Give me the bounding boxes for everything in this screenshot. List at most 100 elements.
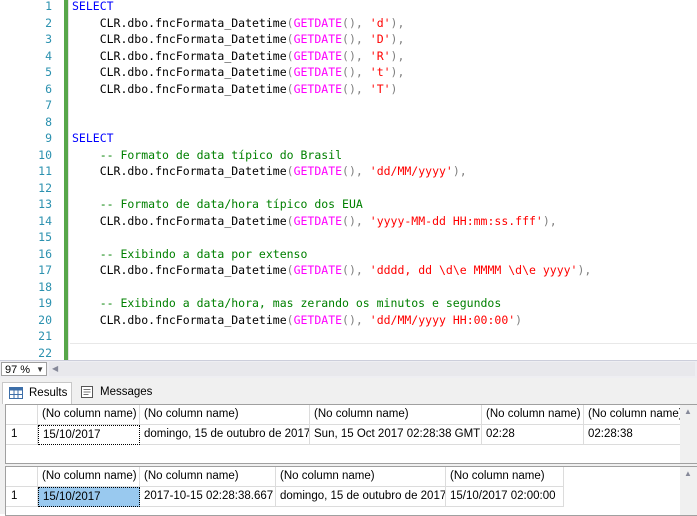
- code-line[interactable]: -- Exibindo a data/hora, mas zerando os …: [72, 295, 502, 312]
- code-token: GETDATE: [293, 81, 343, 96]
- chevron-down-icon[interactable]: ▼: [36, 363, 44, 377]
- line-number: 13: [38, 197, 52, 211]
- code-token: 'D': [369, 32, 391, 46]
- scroll-up-icon[interactable]: ▲: [684, 469, 692, 478]
- scroll-up-icon[interactable]: ▲: [684, 407, 692, 416]
- code-token: (),: [342, 81, 363, 96]
- code-token: (),: [342, 263, 363, 277]
- grid-cell[interactable]: 15/10/2017: [38, 487, 140, 507]
- grid-cell[interactable]: domingo, 15 de outubro de 2017: [140, 425, 310, 445]
- row-number[interactable]: 1: [6, 425, 38, 445]
- grid-cell[interactable]: domingo, 15 de outubro de 2017: [276, 487, 446, 507]
- grid-cell[interactable]: 15/10/2017: [38, 425, 140, 445]
- zoom-value: 97 %: [5, 364, 31, 376]
- line-number: 22: [38, 345, 52, 360]
- code-line[interactable]: CLR.dbo.fncFormata_Datetime(GETDATE(), '…: [72, 163, 467, 180]
- grid-cell[interactable]: 15/10/2017 02:00:00: [446, 487, 564, 507]
- grid-icon: [9, 387, 23, 399]
- grid-corner-header[interactable]: [6, 405, 38, 425]
- horizontal-scrollbar[interactable]: ◀: [49, 362, 695, 376]
- line-number: 11: [38, 164, 52, 178]
- vertical-scrollbar[interactable]: ▲: [680, 467, 697, 515]
- code-line[interactable]: CLR.dbo.fncFormata_Datetime(GETDATE(), '…: [72, 64, 405, 81]
- code-line[interactable]: -- Formato de data/hora típico dos EUA: [72, 196, 363, 213]
- code-token: ),: [577, 263, 592, 277]
- code-token: ),: [452, 164, 467, 178]
- code-token: 'dd/MM/yyyy': [369, 164, 453, 178]
- line-number: 6: [45, 81, 52, 96]
- code-line[interactable]: CLR.dbo.fncFormata_Datetime(GETDATE(), '…: [72, 312, 522, 329]
- code-token: (: [286, 164, 294, 178]
- code-line[interactable]: CLR.dbo.fncFormata_Datetime(GETDATE(), '…: [72, 48, 405, 65]
- line-number: 10: [38, 147, 52, 162]
- grid-cell[interactable]: 2017-10-15 02:28:38.667: [140, 487, 276, 507]
- grid-corner-header[interactable]: [6, 467, 38, 487]
- column-header[interactable]: (No column name): [310, 405, 482, 425]
- tab-results-label: Results: [29, 387, 68, 399]
- code-token: (),: [342, 65, 363, 79]
- code-line[interactable]: CLR.dbo.fncFormata_Datetime(GETDATE(), '…: [72, 213, 557, 230]
- grid-cell[interactable]: Sun, 15 Oct 2017 02:28:38 GMT: [310, 425, 482, 445]
- query-editor[interactable]: 1 2 3 4 5 6 7 8 9 10 11 12 13 14 15 16 17 18 19 20 21 22 SELE…: [0, 0, 697, 360]
- scroll-left-icon[interactable]: ◀: [52, 362, 58, 376]
- code-token: ),: [390, 15, 405, 30]
- line-number: 4: [45, 48, 52, 63]
- grid-cell[interactable]: 02:28:38: [584, 425, 686, 445]
- zoom-dropdown[interactable]: 97 % ▼: [1, 362, 47, 376]
- column-header[interactable]: (No column name): [140, 405, 310, 425]
- code-token: 'dddd, dd \d\e MMMM \d\e yyyy': [369, 263, 578, 277]
- row-number[interactable]: 1: [6, 487, 38, 507]
- code-line[interactable]: CLR.dbo.fncFormata_Datetime(GETDATE(), '…: [72, 262, 592, 279]
- code-token: GETDATE: [293, 15, 343, 30]
- line-number: 17: [38, 263, 52, 277]
- code-token: CLR.dbo.fncFormata_Datetime: [72, 312, 287, 327]
- grid-cell[interactable]: 02:28: [482, 425, 584, 445]
- code-token: (),: [342, 32, 363, 46]
- column-header[interactable]: (No column name): [584, 405, 686, 425]
- code-token: -- Exibindo a data por extenso: [72, 246, 308, 261]
- column-header[interactable]: (No column name): [482, 405, 584, 425]
- code-token: ): [515, 312, 523, 327]
- column-header[interactable]: (No column name): [38, 405, 140, 425]
- vertical-scrollbar[interactable]: ▲: [680, 405, 697, 463]
- code-token: CLR.dbo.fncFormata_Datetime: [72, 213, 287, 228]
- code-line[interactable]: SELECT: [72, 0, 114, 15]
- result-grid-1[interactable]: (No column name) (No column name) (No colu…: [5, 404, 697, 464]
- line-number: 8: [45, 114, 52, 129]
- code-token: -- Formato de data/hora típico dos EUA: [72, 197, 363, 211]
- code-token: CLR.dbo.fncFormata_Datetime: [72, 164, 287, 178]
- tab-results[interactable]: Results: [2, 382, 72, 405]
- code-token: -- Exibindo a data/hora, mas zerando os …: [72, 296, 502, 310]
- code-token: ): [390, 81, 398, 96]
- result-grid-2[interactable]: (No column name) (No column name) (No colu…: [5, 466, 697, 516]
- code-line[interactable]: CLR.dbo.fncFormata_Datetime(GETDATE(), '…: [72, 31, 405, 48]
- code-token: (: [286, 15, 294, 30]
- code-line[interactable]: CLR.dbo.fncFormata_Datetime(GETDATE(), '…: [72, 81, 398, 98]
- line-number: 9: [45, 131, 52, 145]
- code-line[interactable]: CLR.dbo.fncFormata_Datetime(GETDATE(), '…: [72, 15, 405, 32]
- line-number-gutter: 1 2 3 4 5 6 7 8 9 10 11 12 13 14 15 16 17 18 19 20 21 22: [0, 0, 56, 360]
- line-number: 5: [45, 65, 52, 79]
- code-token: SELECT: [72, 131, 114, 145]
- column-header[interactable]: (No column name): [276, 467, 446, 487]
- column-header[interactable]: (No column name): [140, 467, 276, 487]
- code-token: CLR.dbo.fncFormata_Datetime: [72, 15, 287, 30]
- line-number: 1: [45, 0, 52, 13]
- column-header[interactable]: (No column name): [446, 467, 564, 487]
- line-number: 15: [38, 230, 52, 244]
- code-token: ),: [390, 32, 405, 46]
- code-token: CLR.dbo.fncFormata_Datetime: [72, 81, 287, 96]
- code-line[interactable]: SELECT: [72, 130, 114, 147]
- code-line[interactable]: -- Formato de data típico do Brasil: [72, 147, 342, 164]
- code-line[interactable]: -- Exibindo a data por extenso: [72, 246, 308, 263]
- code-token: ),: [390, 48, 405, 63]
- code-token: (: [286, 312, 294, 327]
- tab-messages[interactable]: Messages: [74, 382, 152, 403]
- column-header[interactable]: (No column name): [38, 467, 140, 487]
